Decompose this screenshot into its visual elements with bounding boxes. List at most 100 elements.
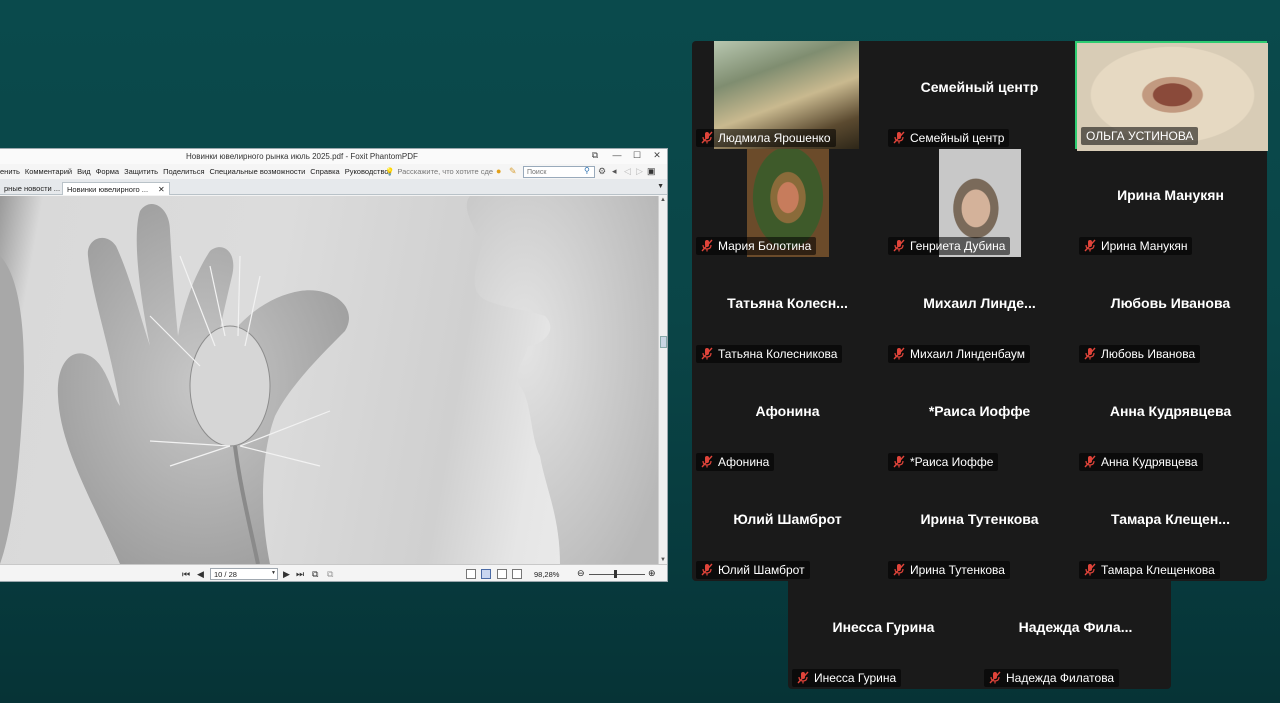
participant-name: Надежда Филатова bbox=[1006, 671, 1115, 685]
participant-tile[interactable]: Тамара Клещен... Тамара Клещенкова bbox=[1075, 473, 1266, 581]
gear-icon[interactable]: ⚙ bbox=[598, 166, 606, 177]
close-button[interactable]: ✕ bbox=[650, 150, 664, 161]
right-arrow-icon[interactable]: ▷ bbox=[636, 166, 643, 177]
participant-name: Афонина bbox=[718, 455, 770, 469]
muted-mic-icon bbox=[1084, 347, 1096, 360]
pdf-menu: енить Комментарий Вид Форма Защитить Поделить… bbox=[0, 167, 394, 176]
maximize-button[interactable]: ☐ bbox=[630, 150, 644, 161]
smile-icon[interactable]: ● bbox=[496, 166, 501, 176]
doc-tab-active[interactable]: Новинки ювелирного ... ✕ bbox=[62, 182, 170, 195]
vertical-scrollbar[interactable]: ▲ ▼ bbox=[658, 196, 667, 564]
minimize-button[interactable]: — bbox=[610, 150, 624, 160]
participant-name: Мария Болотина bbox=[718, 239, 812, 253]
participant-tile[interactable]: Анна Кудрявцева Анна Кудрявцева bbox=[1075, 365, 1266, 473]
muted-mic-icon bbox=[1084, 563, 1096, 576]
page-copy-icon[interactable]: ⧉ bbox=[312, 569, 318, 580]
participant-display-name: Михаил Линде... bbox=[923, 295, 1036, 311]
muted-mic-icon bbox=[893, 455, 905, 468]
scroll-up-icon[interactable]: ▲ bbox=[660, 197, 666, 203]
participant-tile[interactable]: Ирина Манукян Ирина Манукян bbox=[1075, 149, 1266, 257]
pdf-page-canvas[interactable] bbox=[0, 196, 658, 564]
participant-name: Генриета Дубина bbox=[910, 239, 1006, 253]
last-page-icon[interactable]: ⏭ bbox=[296, 569, 304, 580]
participant-name-label: Генриета Дубина bbox=[888, 237, 1011, 255]
menu-item[interactable]: Руководство bbox=[345, 167, 389, 176]
participant-name: Юлий Шамброт bbox=[718, 563, 805, 577]
edge-shape bbox=[0, 256, 24, 564]
zoom-level[interactable]: 98,28% bbox=[534, 570, 559, 579]
menu-item[interactable]: Комментарий bbox=[25, 167, 72, 176]
pdf-viewer-window[interactable]: Новинки ювелирного рынка июль 2025.pdf -… bbox=[0, 148, 668, 582]
menu-item[interactable]: Справка bbox=[310, 167, 339, 176]
participant-name-label: Любовь Иванова bbox=[1079, 345, 1201, 363]
muted-mic-icon bbox=[893, 563, 905, 576]
tab-close-icon[interactable]: ✕ bbox=[158, 185, 165, 194]
participant-name-label: Анна Кудрявцева bbox=[1079, 453, 1203, 471]
participant-name: Тамара Клещенкова bbox=[1101, 563, 1215, 577]
zoom-out-icon[interactable]: ⊖ bbox=[577, 568, 585, 579]
page-number-input[interactable] bbox=[210, 568, 278, 580]
participant-tile[interactable]: Людмила Ярошенко bbox=[692, 41, 883, 149]
doc-tab-label: рные новости ... bbox=[4, 184, 61, 193]
participant-tile[interactable]: Семейный центр Семейный центр bbox=[884, 41, 1075, 149]
cover-view-icon[interactable] bbox=[512, 569, 522, 579]
participant-name: Семейный центр bbox=[910, 131, 1005, 145]
participant-tile[interactable]: Инесса Гурина Инесса Гурина bbox=[788, 581, 979, 689]
doc-tab[interactable]: рные новости ... bbox=[0, 182, 64, 195]
next-page-icon[interactable]: ▶ bbox=[283, 569, 290, 580]
participant-name: Михаил Линденбаум bbox=[910, 347, 1026, 361]
participant-tile[interactable]: Юлий Шамброт Юлий Шамброт bbox=[692, 473, 883, 581]
first-page-icon[interactable]: ⏮ bbox=[182, 569, 190, 580]
key-icon[interactable]: ✎ bbox=[509, 166, 517, 177]
menu-item[interactable]: Вид bbox=[77, 167, 91, 176]
tabs-dropdown-icon[interactable]: ▼ bbox=[657, 183, 664, 190]
participant-tile[interactable]: Любовь Иванова Любовь Иванова bbox=[1075, 257, 1266, 365]
lightbulb-icon: 💡 bbox=[385, 167, 395, 176]
participant-tile[interactable]: Ирина Тутенкова Ирина Тутенкова bbox=[884, 473, 1075, 581]
participant-tile[interactable]: Генриета Дубина bbox=[884, 149, 1075, 257]
pdf-menubar: енить Комментарий Вид Форма Защитить Поделить… bbox=[0, 164, 667, 179]
tell-me-box[interactable]: 💡 Расскажите, что хотите сде bbox=[385, 167, 493, 176]
participant-name: Ирина Тутенкова bbox=[910, 563, 1005, 577]
participant-tile[interactable]: ОЛЬГА УСТИНОВА bbox=[1075, 41, 1268, 151]
scroll-down-icon[interactable]: ▼ bbox=[660, 557, 666, 563]
menu-item[interactable]: Поделиться bbox=[163, 167, 204, 176]
participant-name-label: Тамара Клещенкова bbox=[1079, 561, 1220, 579]
back-arrow-icon[interactable]: ◂ bbox=[612, 166, 617, 177]
muted-mic-icon bbox=[701, 347, 713, 360]
participant-tile[interactable]: *Раиса Иоффе *Раиса Иоффе bbox=[884, 365, 1075, 473]
participant-display-name: *Раиса Иоффе bbox=[928, 403, 1031, 419]
muted-mic-icon bbox=[989, 671, 1001, 684]
page-paste-icon[interactable]: ⧉ bbox=[327, 569, 333, 580]
facing-view-icon[interactable] bbox=[497, 569, 507, 579]
user-icon[interactable]: ▣ bbox=[647, 166, 656, 177]
participant-tile[interactable]: Надежда Фила... Надежда Филатова bbox=[980, 581, 1171, 689]
search-icon[interactable]: ⚲ bbox=[584, 166, 590, 175]
participant-name-label: Мария Болотина bbox=[696, 237, 817, 255]
left-arrow-icon[interactable]: ◁ bbox=[624, 166, 631, 177]
participant-name-label: Михаил Линденбаум bbox=[888, 345, 1031, 363]
menu-item[interactable]: Форма bbox=[96, 167, 119, 176]
menu-item[interactable]: енить bbox=[0, 167, 20, 176]
zoom-slider-thumb[interactable] bbox=[614, 570, 617, 578]
participant-tile[interactable]: Михаил Линде... Михаил Линденбаум bbox=[884, 257, 1075, 365]
restore-icon[interactable]: ⧉ bbox=[588, 150, 602, 161]
participant-tile[interactable]: Татьяна Колесн... Татьяна Колесникова bbox=[692, 257, 883, 365]
face-shape bbox=[466, 196, 658, 564]
menu-item[interactable]: Защитить bbox=[124, 167, 158, 176]
prev-page-icon[interactable]: ◀ bbox=[197, 569, 204, 580]
continuous-view-icon[interactable] bbox=[481, 569, 491, 579]
zoom-slider[interactable] bbox=[589, 574, 645, 575]
scroll-thumb[interactable] bbox=[660, 336, 667, 348]
zoom-in-icon[interactable]: ⊕ bbox=[648, 568, 656, 579]
menu-item[interactable]: Специальные возможности bbox=[210, 167, 306, 176]
participant-tile[interactable]: Афонина Афонина bbox=[692, 365, 883, 473]
participant-tile[interactable]: Мария Болотина bbox=[692, 149, 883, 257]
participant-name: Любовь Иванова bbox=[1101, 347, 1196, 361]
participant-display-name: Семейный центр bbox=[920, 79, 1039, 95]
participant-name: Людмила Ярошенко bbox=[718, 131, 831, 145]
page-dropdown-icon[interactable]: ▼ bbox=[271, 570, 276, 576]
single-page-view-icon[interactable] bbox=[466, 569, 476, 579]
participant-name-label: Афонина bbox=[696, 453, 775, 471]
participant-name-label: Инесса Гурина bbox=[792, 669, 902, 687]
